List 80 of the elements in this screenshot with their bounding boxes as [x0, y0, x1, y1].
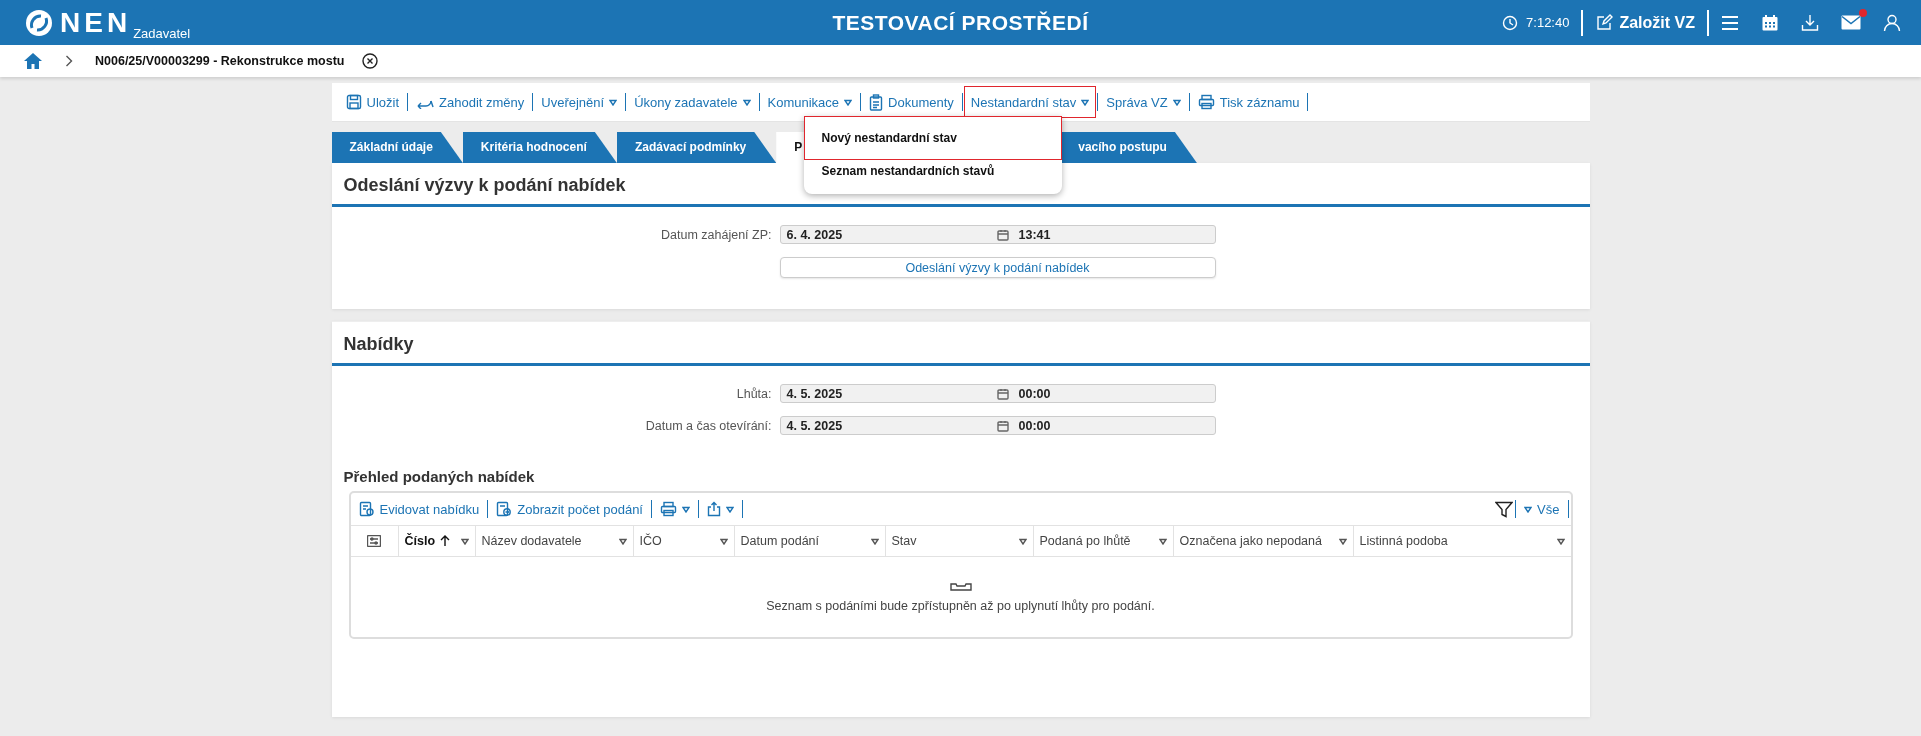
- caret-icon: [1172, 98, 1181, 106]
- calendar-icon: [996, 228, 1009, 241]
- tab[interactable]: Zadávací podmínky: [616, 132, 777, 163]
- toolbar-button[interactable]: Zahodit změny: [410, 88, 531, 116]
- caret-icon: [1338, 537, 1347, 545]
- chevron-right-icon: [65, 55, 73, 67]
- close-icon[interactable]: [362, 53, 379, 69]
- clock-icon: [1502, 14, 1519, 31]
- field-label: Lhůta:: [735, 386, 773, 401]
- column-header[interactable]: Název dodavatele: [475, 526, 634, 556]
- logo-icon: [24, 7, 54, 38]
- caret-icon: [1524, 505, 1533, 513]
- environment-title: TESTOVACÍ PROSTŘEDÍ: [832, 10, 1089, 35]
- toolbar-button[interactable]: Zobrazit počet podání: [490, 495, 649, 523]
- column-settings-icon[interactable]: [367, 535, 381, 547]
- date-time-field[interactable]: 6. 4. 2025 13:41: [779, 225, 1216, 244]
- column-header[interactable]: Číslo: [398, 526, 476, 556]
- toolbar-button[interactable]: Dokumenty: [863, 88, 960, 116]
- menu-icon[interactable]: [1721, 14, 1739, 31]
- toolbar-button[interactable]: Komunikace: [761, 88, 859, 116]
- column-header[interactable]: Datum podání: [734, 526, 886, 556]
- date-time-field[interactable]: 4. 5. 2025 00:00: [779, 416, 1216, 435]
- subsection-title: Přehled podaných nabídek: [343, 468, 536, 485]
- mail-icon[interactable]: [1841, 15, 1861, 30]
- document-arrow-icon: [496, 501, 513, 517]
- logo-text: NEN: [60, 6, 132, 39]
- toolbar-button[interactable]: Evidovat nabídku: [352, 495, 486, 523]
- caret-icon: [460, 537, 469, 545]
- breadcrumb-title[interactable]: N006/25/V00003299 - Rekonstrukce mostu: [95, 54, 345, 68]
- caret-icon: [1081, 98, 1090, 106]
- menu-item[interactable]: Seznam nestandardních stavů: [803, 160, 1062, 188]
- column-header[interactable]: Označena jako nepodaná: [1173, 526, 1354, 556]
- caret-icon: [726, 505, 734, 513]
- tab[interactable]: Základní údaje: [331, 132, 463, 163]
- filter-button[interactable]: Vše: [1518, 495, 1566, 523]
- column-header[interactable]: Podaná po lhůtě: [1033, 526, 1174, 556]
- logo-subtitle: Zadavatel: [133, 26, 191, 41]
- column-header[interactable]: IČO: [633, 526, 735, 556]
- edit-icon: [1595, 13, 1614, 32]
- user-icon[interactable]: [1883, 13, 1901, 32]
- caret-icon: [1158, 537, 1167, 545]
- filter-icon[interactable]: [1495, 500, 1514, 518]
- caret-icon: [1556, 537, 1565, 545]
- clipboard-icon: [869, 93, 884, 111]
- field-label: Datum a čas otevírání:: [644, 418, 773, 433]
- caret-icon: [682, 505, 690, 513]
- home-icon[interactable]: [23, 52, 43, 70]
- caret-icon: [609, 98, 618, 106]
- caret-icon: [742, 98, 751, 106]
- gear-document-icon: [358, 501, 375, 517]
- caret-icon: [844, 98, 853, 106]
- toolbar-button[interactable]: Uložit: [339, 88, 405, 116]
- empty-tray-icon: [949, 581, 972, 591]
- calendar-icon[interactable]: [1761, 13, 1779, 32]
- sort-up-arrow-icon: [440, 535, 451, 547]
- printer-icon: [660, 501, 677, 517]
- caret-icon: [618, 537, 627, 545]
- toolbar-button[interactable]: Správa VZ: [1100, 88, 1187, 116]
- tab[interactable]: Kritéria hodnocení: [462, 132, 617, 163]
- create-button[interactable]: Založit VZ: [1595, 13, 1695, 32]
- toolbar-button[interactable]: Tisk záznamu: [1191, 88, 1306, 116]
- download-icon[interactable]: [1801, 13, 1819, 32]
- date-time-field[interactable]: 4. 5. 2025 00:00: [779, 384, 1216, 403]
- section-title: Nabídky: [331, 322, 1590, 366]
- calendar-icon: [996, 419, 1009, 432]
- printer-icon: [1197, 94, 1215, 110]
- caret-icon: [719, 537, 728, 545]
- field-label: Datum zahájení ZP:: [660, 227, 773, 242]
- calendar-icon: [996, 387, 1009, 400]
- toolbar-button[interactable]: Úkony zadavatele: [628, 88, 757, 116]
- share-icon: [707, 501, 721, 517]
- empty-message: Seznam s podáními bude zpřístupněn až po uplynutí lhůty pro podání.: [766, 599, 1155, 613]
- column-header[interactable]: Stav: [885, 526, 1034, 556]
- clock-time: 7:12:40: [1526, 15, 1570, 30]
- toolbar-button[interactable]: Nestandardní stav: [964, 87, 1096, 117]
- column-header[interactable]: Listinná podoba: [1353, 526, 1571, 556]
- send-invitation-button[interactable]: Odeslání výzvy k podání nabídek: [779, 257, 1216, 278]
- toolbar-button[interactable]: Uveřejnění: [535, 88, 624, 116]
- caret-icon: [870, 537, 879, 545]
- caret-icon: [1018, 537, 1027, 545]
